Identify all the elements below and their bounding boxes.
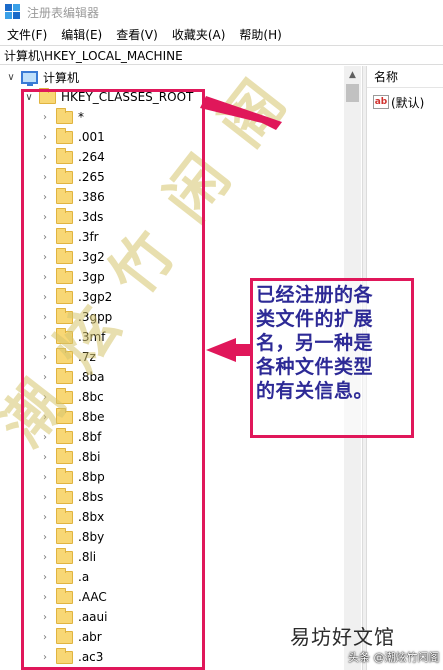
annotation-line: 的有关信息。 xyxy=(256,380,374,402)
author-handle: 头条 @潮炫竹闲阁 xyxy=(348,651,440,664)
annotation-text: 已经注册的各 类文件的扩展 名，另一种是 各种文件类型 的有关信息。 xyxy=(256,283,411,403)
menu-help[interactable]: 帮助(H) xyxy=(232,26,288,43)
annotation-line: 各种文件类型 xyxy=(256,356,374,378)
tree-item-label: 计算机 xyxy=(43,70,80,85)
value-row-default[interactable]: ab (默认) xyxy=(373,93,424,111)
computer-icon xyxy=(21,70,38,86)
value-name: (默认) xyxy=(391,95,425,110)
column-header-name[interactable]: 名称 xyxy=(367,66,443,88)
string-value-icon: ab xyxy=(373,95,389,109)
address-bar[interactable]: 计算机\HKEY_LOCAL_MACHINE xyxy=(0,45,443,65)
regedit-app-icon xyxy=(5,4,21,20)
menu-edit[interactable]: 编辑(E) xyxy=(54,26,109,43)
annotation-line: 名，另一种是 xyxy=(256,332,374,354)
menu-bar: 文件(F) 编辑(E) 查看(V) 收藏夹(A) 帮助(H) xyxy=(0,24,443,44)
chevron-down-icon[interactable]: ∨ xyxy=(6,72,16,83)
menu-favorites[interactable]: 收藏夹(A) xyxy=(165,26,233,43)
annotation-line: 类文件的扩展 xyxy=(256,308,374,330)
brand-text: 易坊好文馆 xyxy=(290,624,395,649)
scroll-up-icon[interactable]: ▲ xyxy=(344,66,361,83)
scroll-thumb[interactable] xyxy=(346,84,359,102)
window-title: 注册表编辑器 xyxy=(27,5,100,20)
menu-view[interactable]: 查看(V) xyxy=(109,26,165,43)
title-bar: 注册表编辑器 xyxy=(0,0,443,24)
menu-file[interactable]: 文件(F) xyxy=(0,26,54,43)
annotation-line: 已经注册的各 xyxy=(256,284,374,306)
highlight-box-tree xyxy=(21,89,205,670)
tree-item-computer[interactable]: ∨ 计算机 xyxy=(6,67,79,87)
brand-watermark: 易坊好文馆 xyxy=(290,622,395,649)
